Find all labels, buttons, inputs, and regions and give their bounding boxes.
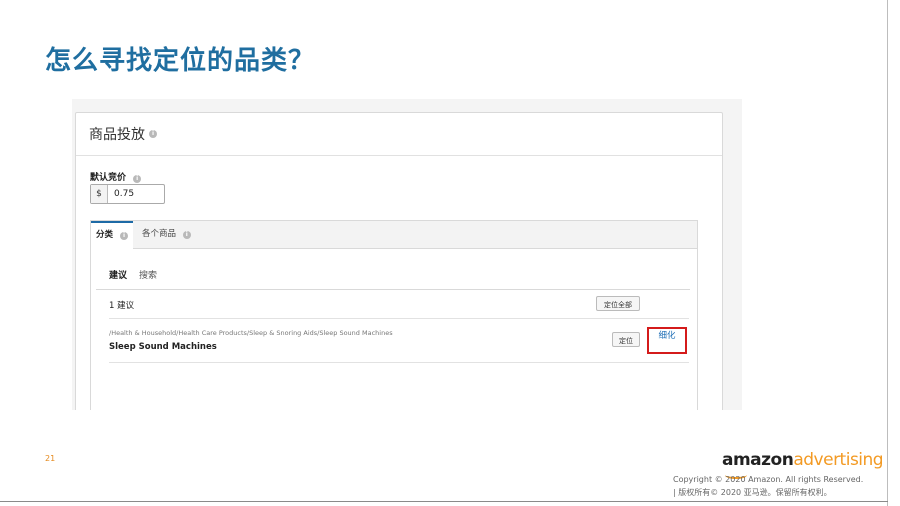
tab-bar: 分类 i 各个商品 i (91, 221, 697, 250)
target-button[interactable]: 定位 (612, 332, 640, 347)
default-bid-field[interactable]: $ (90, 184, 165, 204)
divider (109, 318, 689, 319)
divider (96, 289, 690, 290)
slide-title: 怎么寻找定位的品类？ (45, 46, 316, 76)
tab-categories[interactable]: 分类 i (91, 221, 133, 250)
currency-symbol: $ (91, 185, 108, 203)
amazon-advertising-logo: amazonadvertising (722, 450, 884, 470)
slide-bottom-border (0, 501, 888, 502)
subtab-suggested[interactable]: 建议 (109, 268, 127, 281)
info-icon[interactable]: i (182, 231, 191, 239)
copyright-english: Copyright © 2020 Amazon. All rights Rese… (673, 475, 864, 484)
product-targeting-card: 商品投放 i 默认竞价 i $ 分类 i 各个商品 i 建议 搜索 (75, 112, 723, 410)
copyright-chinese: | 版权所有© 2020 亚马逊。保留所有权利。 (673, 488, 832, 497)
card-header: 商品投放 i (76, 113, 722, 156)
targeting-tabs-panel: 分类 i 各个商品 i 建议 搜索 1 建议 定位全部 /Health & Ho… (90, 220, 698, 410)
logo-advertising: advertising (793, 450, 884, 470)
card-title: 商品投放 (89, 127, 145, 143)
slide-right-border (887, 0, 888, 506)
embedded-screenshot: 商品投放 i 默认竞价 i $ 分类 i 各个商品 i 建议 搜索 (72, 99, 742, 410)
divider (109, 362, 689, 363)
tab-individual-products[interactable]: 各个商品 i (137, 221, 196, 248)
default-bid-label-text: 默认竞价 (90, 173, 127, 183)
info-icon[interactable]: i (133, 175, 142, 183)
category-name: Sleep Sound Machines (109, 342, 217, 352)
target-all-button[interactable]: 定位全部 (596, 296, 640, 311)
info-icon[interactable]: i (119, 232, 128, 240)
default-bid-input[interactable] (108, 185, 164, 203)
default-bid-label: 默认竞价 i (90, 170, 142, 183)
category-path: /Health & Household/Health Care Products… (109, 329, 393, 337)
suggestion-count: 1 建议 (109, 301, 135, 311)
tab-categories-label: 分类 (96, 230, 114, 240)
refine-link[interactable]: 细化 (658, 331, 675, 341)
subtab-search[interactable]: 搜索 (139, 268, 157, 281)
tab-individual-products-label: 各个商品 (142, 229, 177, 239)
refine-link-highlight[interactable]: 细化 (647, 327, 687, 354)
logo-amazon: amazon (722, 450, 794, 470)
page-number: 21 (45, 454, 56, 463)
info-icon[interactable]: i (149, 130, 157, 138)
